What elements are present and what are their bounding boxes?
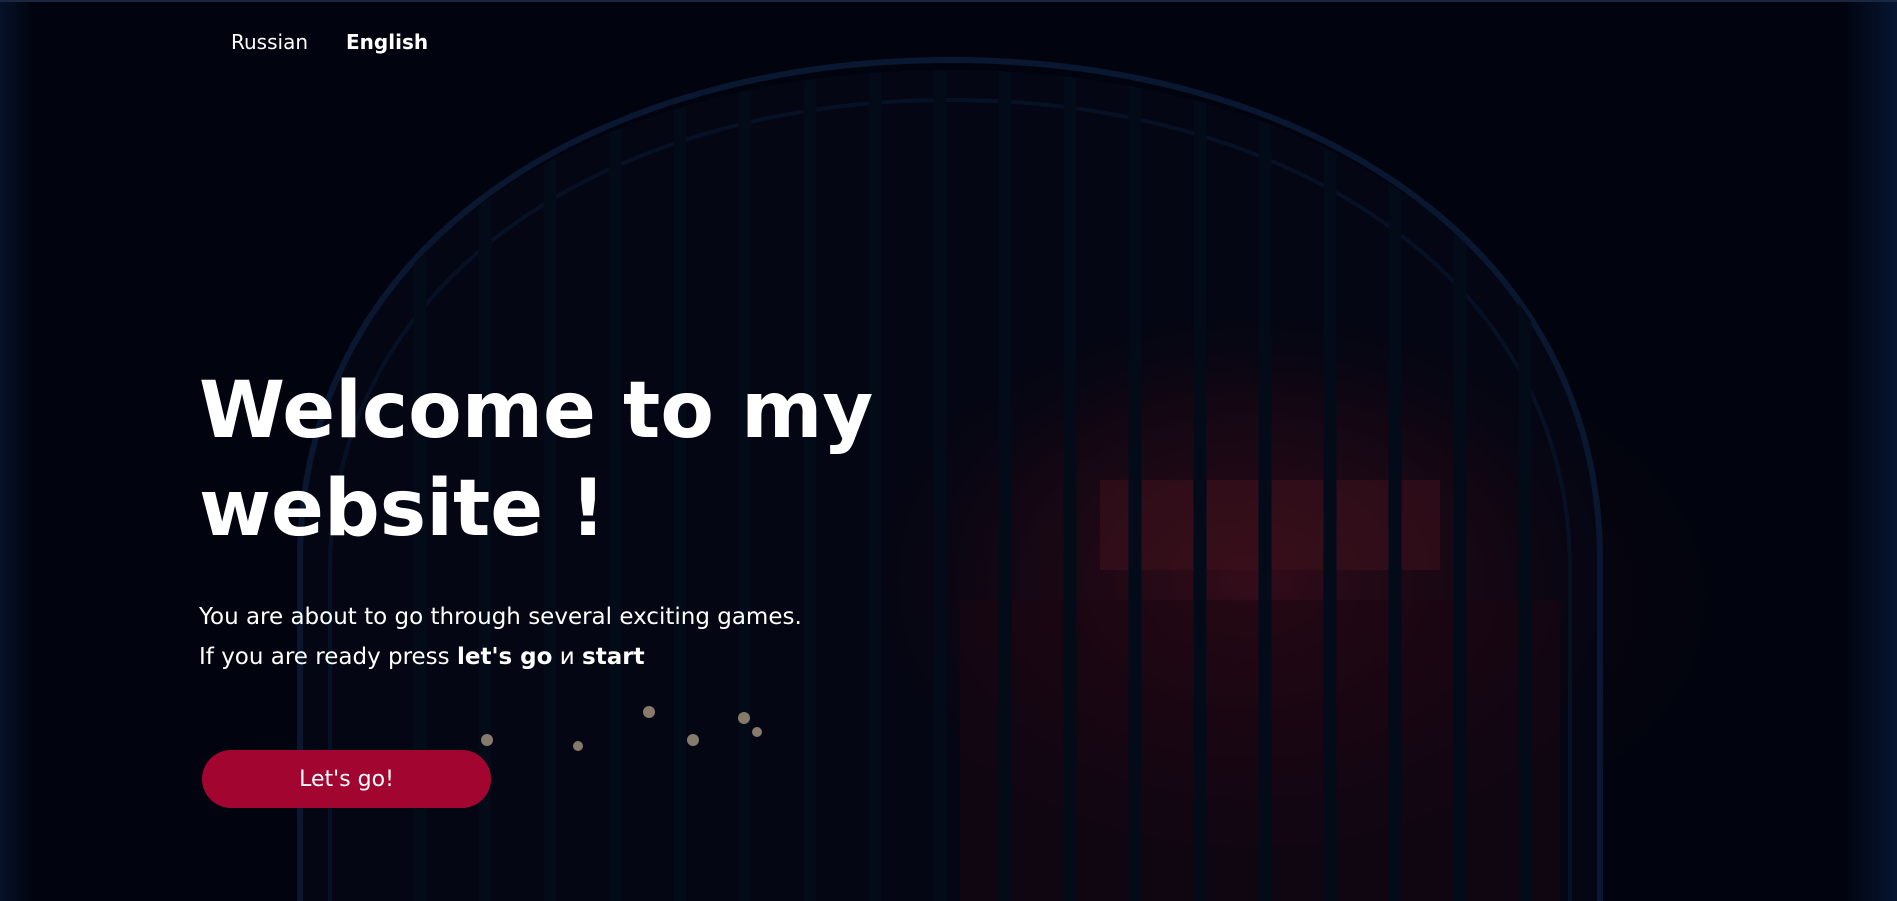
page: Russian English Welcome to my website ! … — [0, 0, 1897, 901]
intro-line-1: You are about to go through several exci… — [199, 604, 802, 630]
language-switcher: Russian English — [231, 30, 428, 54]
top-border — [0, 0, 1897, 2]
intro-middle: и — [552, 644, 583, 670]
intro-prefix: If you are ready press — [199, 644, 457, 670]
page-title: Welcome to my website ! — [199, 362, 959, 558]
lang-english-link[interactable]: English — [346, 30, 428, 54]
lets-go-button[interactable]: Let's go! — [202, 750, 491, 808]
title-line-1: Welcome to my — [199, 366, 874, 456]
intro-line-2: If you are ready press let's go и start — [199, 637, 959, 677]
intro-text: You are about to go through several exci… — [199, 597, 959, 677]
title-line-2: website ! — [199, 464, 606, 554]
intro-bold-lets-go: let's go — [456, 644, 553, 670]
lang-russian-link[interactable]: Russian — [231, 30, 308, 54]
intro-bold-start: start — [582, 644, 645, 670]
